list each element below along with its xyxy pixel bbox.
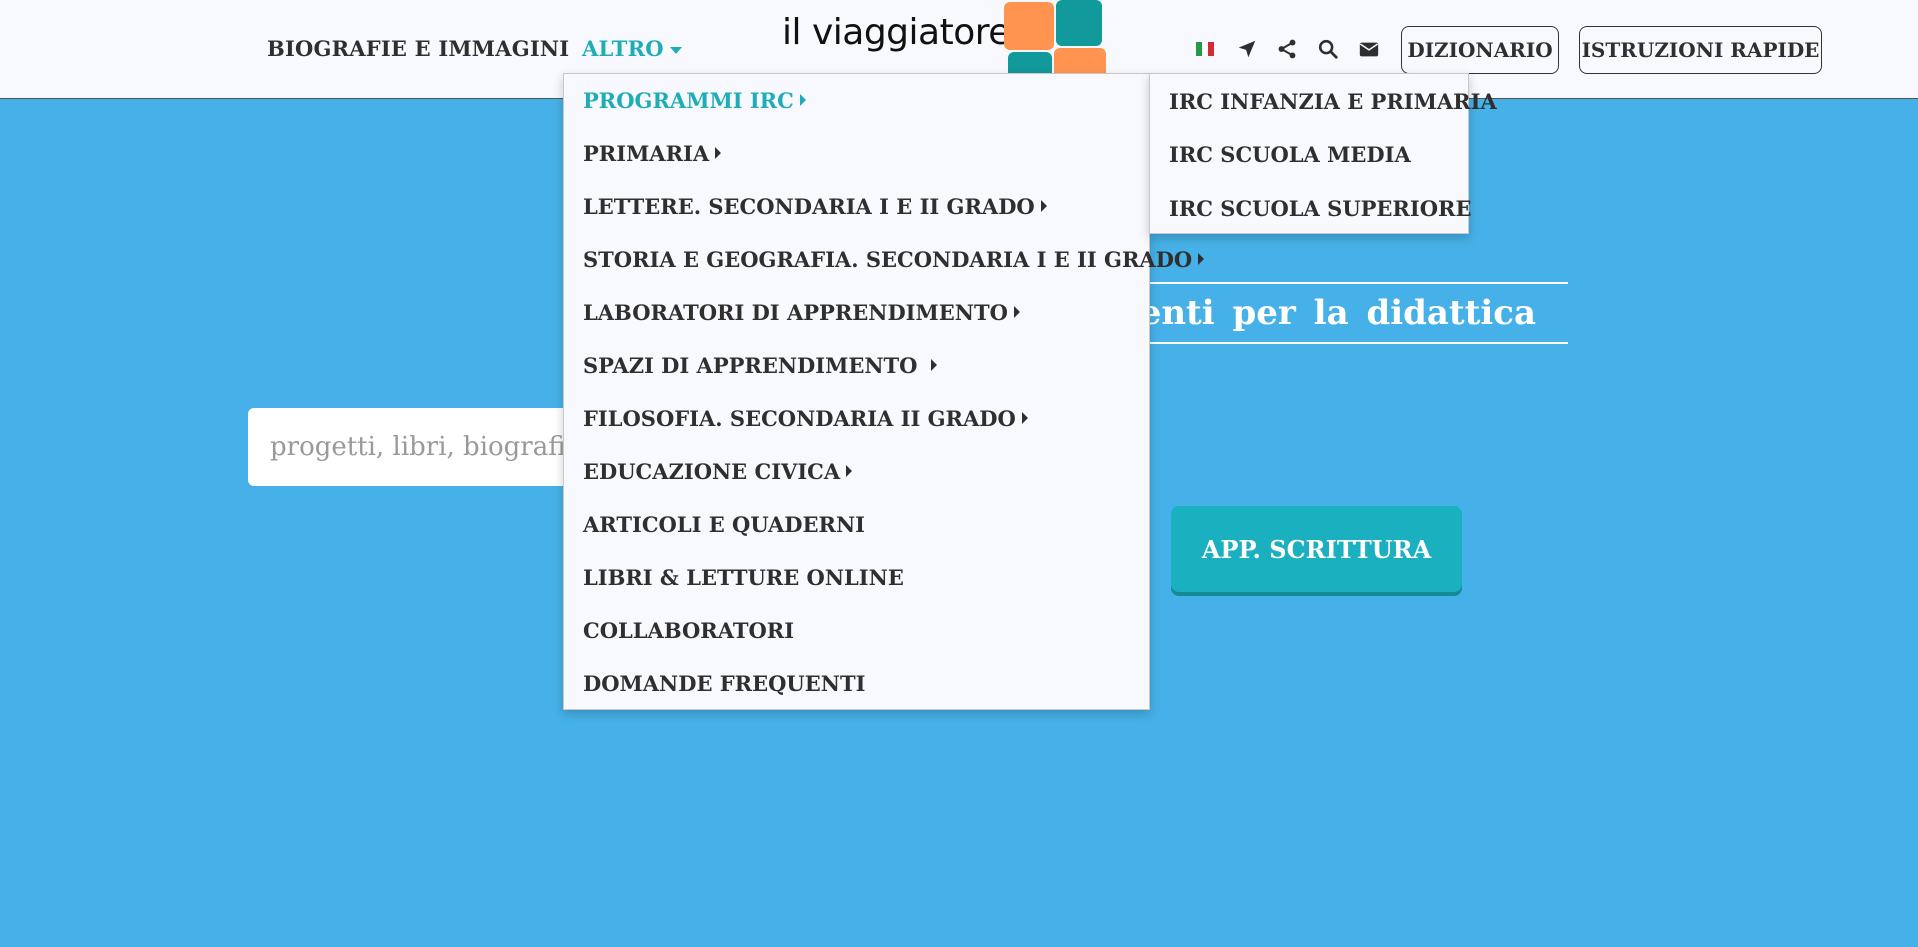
caret-right-icon [1198,253,1205,265]
caret-right-icon [846,465,853,477]
submenu-item-irc-scuola-superiore[interactable]: IRC SCUOLA SUPERIORE [1169,193,1471,223]
caret-right-icon [1040,200,1047,212]
dropdown-item-label: COLLABORATORI [583,617,795,643]
nav-altro-label: ALTRO [582,36,664,61]
dropdown-item-label: SPAZI DI APPRENDIMENTO [583,352,918,378]
dropdown-item-collaboratori[interactable]: COLLABORATORI [583,615,794,645]
dropdown-item-articoli-e-quaderni[interactable]: ARTICOLI E QUADERNI [583,509,865,539]
logo-tiles-icon[interactable] [1002,0,1106,74]
caret-right-icon [1021,412,1028,424]
dropdown-item-label: PROGRAMMI IRC [583,87,794,113]
dropdown-item-filosofia[interactable]: FILOSOFIA. SECONDARIA II GRADO [583,403,1028,433]
dropdown-item-spazi[interactable]: SPAZI DI APPRENDIMENTO [583,350,938,380]
nav-altro[interactable]: ALTRO [582,36,682,61]
logo-text[interactable]: il viaggiatore [782,12,1010,53]
dropdown-item-lettere[interactable]: LETTERE. SECONDARIA I E II GRADO [583,191,1047,221]
search-input[interactable] [248,408,578,486]
location-arrow-icon[interactable] [1236,38,1258,60]
dizionario-button[interactable]: DIZIONARIO [1401,26,1559,74]
submenu-item-irc-scuola-media[interactable]: IRC SCUOLA MEDIA [1169,139,1411,169]
dropdown-item-libri-letture[interactable]: LIBRI & LETTURE ONLINE [583,562,904,592]
share-icon[interactable] [1276,38,1298,60]
dropdown-item-educazione-civica[interactable]: EDUCAZIONE CIVICA [583,456,853,486]
dropdown-item-label: DOMANDE FREQUENTI [583,670,866,696]
dropdown-item-label: ARTICOLI E QUADERNI [583,511,865,537]
dropdown-item-label: PRIMARIA [583,140,710,166]
dropdown-item-programmi-irc[interactable]: PROGRAMMI IRC [583,85,806,115]
istruzioni-rapide-button[interactable]: ISTRUZIONI RAPIDE [1579,26,1822,74]
dropdown-item-label: LABORATORI DI APPRENDIMENTO [583,299,1008,325]
dropdown-item-label: STORIA E GEOGRAFIA. SECONDARIA I E II GR… [583,246,1193,272]
altro-dropdown-menu: PROGRAMMI IRC PRIMARIA LETTERE. SECONDAR… [563,73,1205,710]
dropdown-item-label: LETTERE. SECONDARIA I E II GRADO [583,193,1035,219]
envelope-icon[interactable] [1358,38,1380,60]
search-icon[interactable] [1317,38,1339,60]
programmi-irc-submenu: IRC INFANZIA E PRIMARIA IRC SCUOLA MEDIA… [1149,73,1497,234]
caret-down-icon [669,47,682,54]
caret-right-icon [931,359,938,371]
dropdown-item-label: FILOSOFIA. SECONDARIA II GRADO [583,405,1016,431]
dropdown-item-primaria[interactable]: PRIMARIA [583,138,722,168]
app-scrittura-button[interactable]: APP. SCRITTURA [1171,506,1462,592]
caret-right-icon [799,94,806,106]
italian-flag-icon[interactable] [1196,42,1214,56]
dropdown-item-label: EDUCAZIONE CIVICA [583,458,841,484]
dropdown-item-storia-e-geografia[interactable]: STORIA E GEOGRAFIA. SECONDARIA I E II GR… [583,244,1205,274]
nav-biografie-e-immagini[interactable]: BIOGRAFIE E IMMAGINI [267,36,569,61]
dropdown-item-domande-frequenti[interactable]: DOMANDE FREQUENTI [583,668,865,698]
submenu-item-irc-infanzia-primaria[interactable]: IRC INFANZIA E PRIMARIA [1169,86,1497,116]
dropdown-item-label: LIBRI & LETTURE ONLINE [583,564,904,590]
caret-right-icon [1013,306,1020,318]
caret-right-icon [715,147,722,159]
dropdown-item-laboratori[interactable]: LABORATORI DI APPRENDIMENTO [583,297,1020,327]
